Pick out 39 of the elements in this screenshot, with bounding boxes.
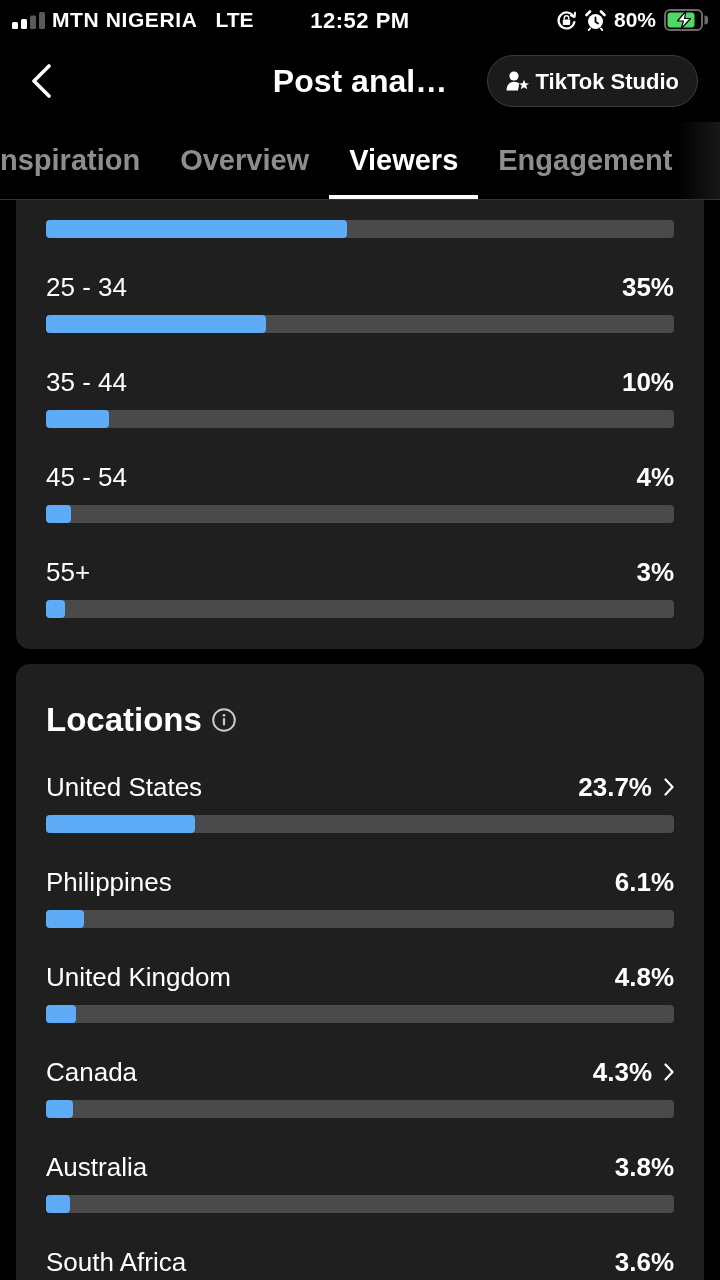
carrier-name: MTN NIGERIA [52, 7, 198, 34]
location-label: United Kingdom [46, 963, 231, 991]
location-label: Philippines [46, 868, 172, 896]
person-star-icon [505, 70, 530, 92]
alarm-clock-icon [585, 9, 606, 31]
location-percentage: 6.1% [614, 868, 674, 896]
rotation-lock-icon [556, 9, 577, 31]
tab[interactable]: Viewers [329, 122, 479, 199]
clock-time: 12:52 PM [310, 6, 410, 35]
tab[interactable]: Overview [160, 122, 330, 199]
age-label: 25 - 34 [46, 273, 127, 301]
location-label: Canada [46, 1058, 138, 1086]
age-label: 35 - 44 [46, 368, 127, 396]
age-label: 55+ [46, 558, 91, 586]
network-type: LTE [215, 7, 254, 34]
back-button[interactable] [30, 64, 52, 98]
age-percentage: 10% [621, 368, 674, 396]
location-label: Australia [46, 1153, 148, 1181]
page-title: Post anal… [272, 62, 448, 101]
location-percentage: 3.6% [614, 1248, 674, 1276]
chevron-right-icon[interactable] [664, 778, 674, 796]
age-percentage: 4% [636, 463, 674, 491]
info-icon[interactable] [211, 708, 236, 732]
location-label: United States [46, 773, 203, 801]
section-title: Locations [46, 702, 202, 738]
chevron-right-icon[interactable] [664, 1063, 674, 1081]
location-percentage: 4.8% [614, 963, 674, 991]
signal-icon [12, 11, 46, 29]
location-percentage: 3.8% [614, 1153, 674, 1181]
age-percentage: 35% [621, 273, 674, 301]
location-label: South Africa [46, 1248, 187, 1276]
battery-percentage: 80% [614, 7, 656, 34]
location-percentage: 4.3% [592, 1058, 652, 1086]
tab[interactable]: nspiration [0, 122, 161, 199]
studio-button[interactable]: TikTok Studio [486, 55, 698, 107]
tab[interactable]: Engagement [478, 122, 693, 199]
age-label: 45 - 54 [46, 463, 127, 491]
age-percentage: 3% [636, 558, 674, 586]
location-percentage: 23.7% [578, 773, 652, 801]
